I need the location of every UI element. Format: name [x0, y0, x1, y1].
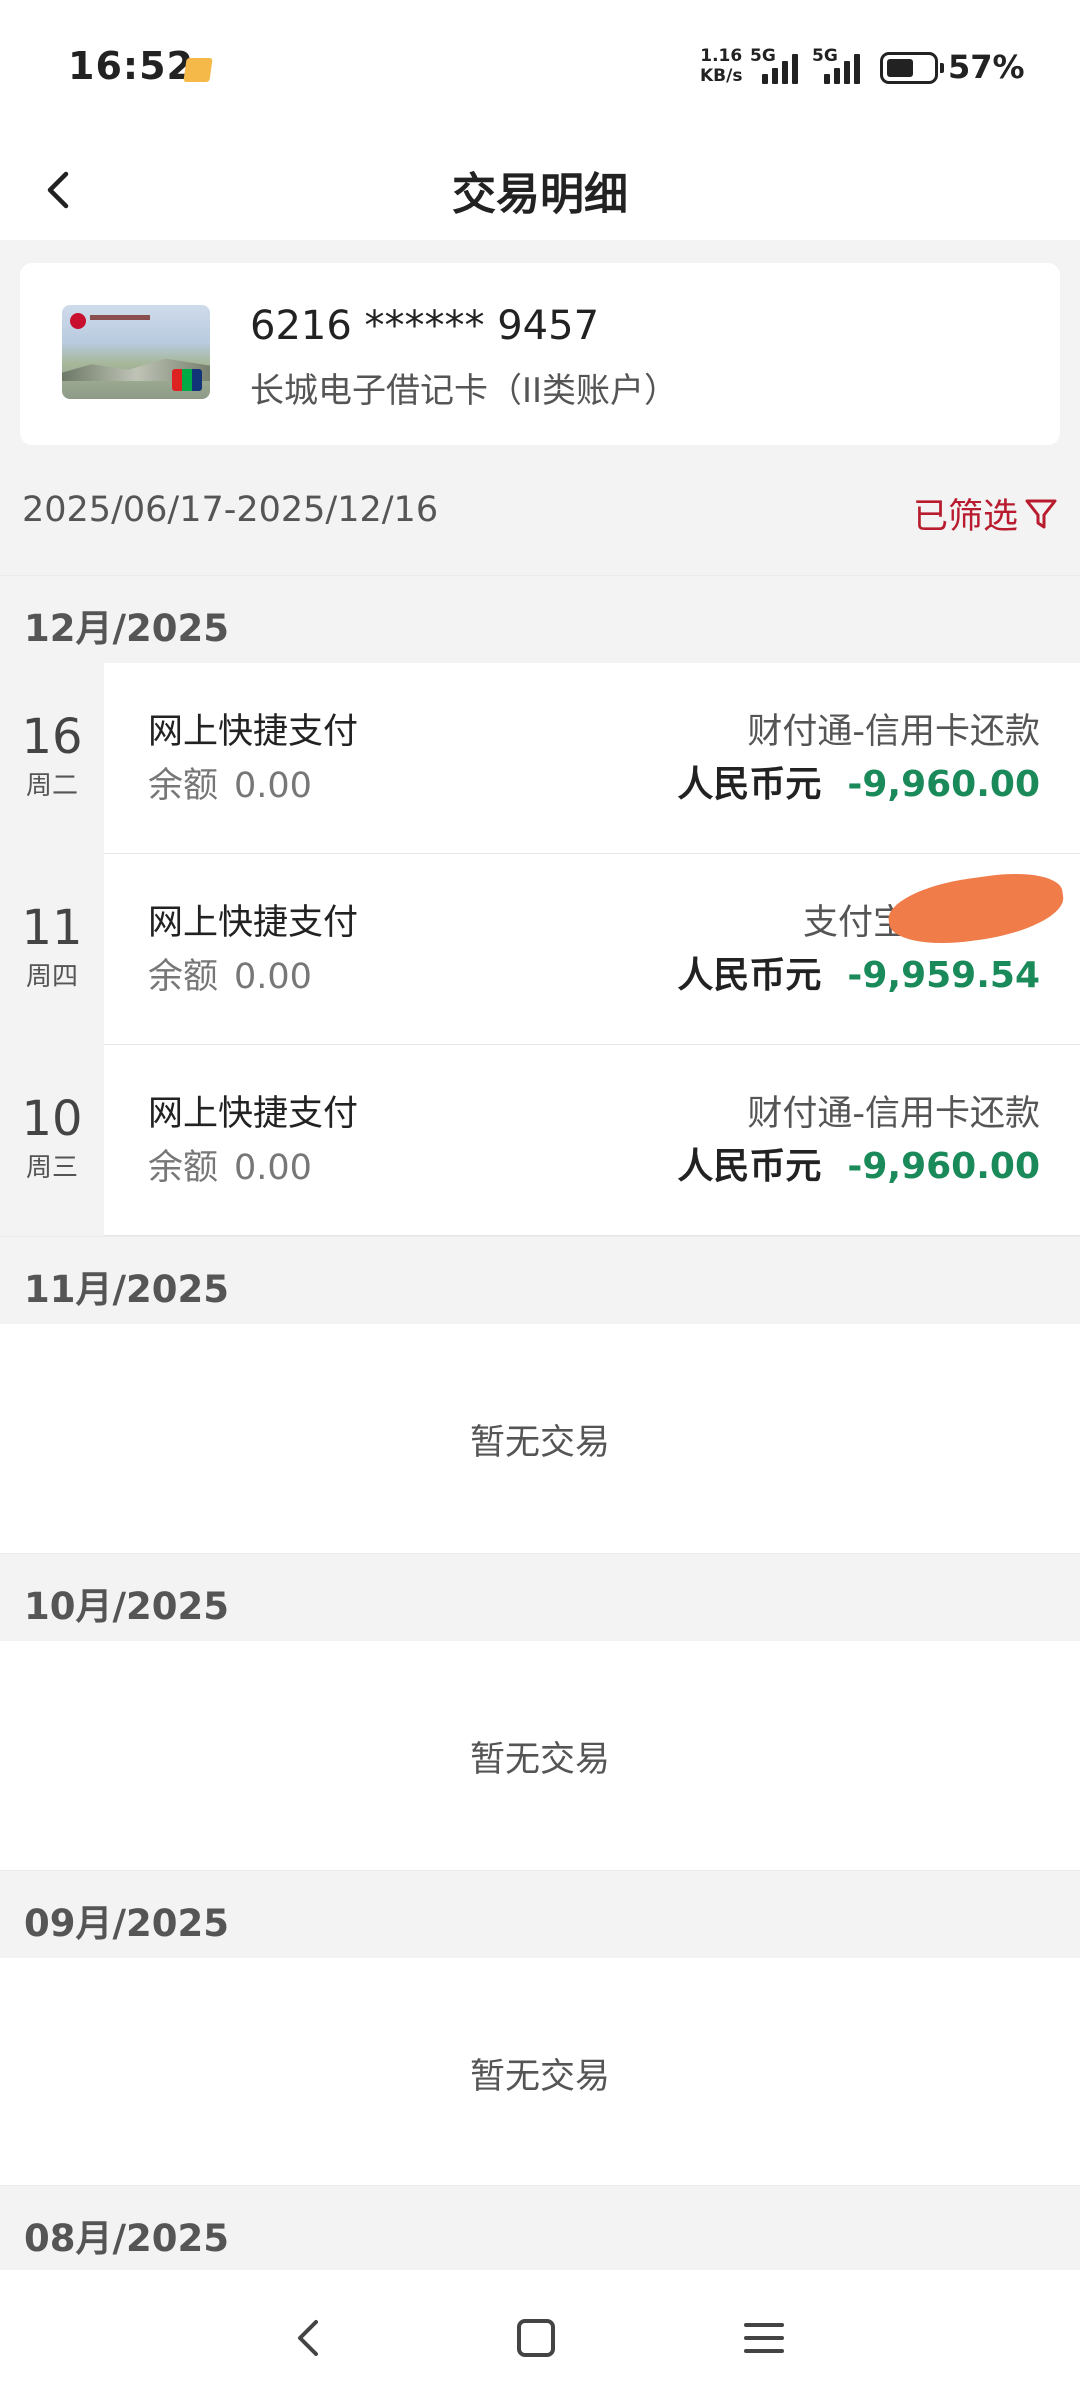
transaction-row[interactable]: 11 周四 网上快捷支付 余额 0.00 支付宝 人民币元 -9,959.54 — [0, 854, 1080, 1045]
card-image — [62, 305, 210, 399]
transaction-weekday: 周三 — [25, 1153, 78, 1183]
transaction-weekday: 周二 — [25, 771, 78, 801]
month-label: 12月/2025 — [24, 607, 229, 650]
battery-percent: 57% — [948, 48, 1025, 86]
network-speed-unit: KB/s — [700, 66, 743, 86]
transaction-amount: 人民币元 -9,959.54 — [677, 955, 1040, 996]
month-header-2025-09: 09月/2025 — [0, 1870, 1080, 1958]
month-header-2025-08: 08月/2025 — [0, 2185, 1080, 2273]
transaction-weekday: 周四 — [25, 962, 78, 992]
transaction-date: 16 周二 — [0, 663, 104, 854]
month-label: 08月/2025 — [24, 2217, 229, 2260]
funnel-icon — [1025, 499, 1057, 528]
transaction-body: 网上快捷支付 余额 0.00 财付通-信用卡还款 人民币元 -9,960.00 — [104, 1045, 1080, 1236]
transaction-amount: 人民币元 -9,960.00 — [677, 1146, 1040, 1187]
transaction-day: 10 — [21, 1091, 83, 1147]
header: 交易明细 — [0, 140, 1080, 240]
transaction-balance: 余额 0.00 — [148, 957, 312, 997]
transaction-title: 网上快捷支付 — [148, 903, 359, 943]
nav-home-button[interactable] — [506, 2308, 566, 2368]
notification-icon — [183, 58, 213, 82]
transaction-amount: 人民币元 -9,960.00 — [677, 764, 1040, 805]
transaction-row[interactable]: 16 周二 网上快捷支付 余额 0.00 财付通-信用卡还款 人民币元 -9,960… — [0, 663, 1080, 854]
transaction-day: 11 — [21, 900, 83, 956]
empty-state: 暂无交易 — [0, 1641, 1080, 1871]
nav-menu-button[interactable] — [734, 2308, 794, 2368]
bank-logo-icon — [70, 313, 86, 329]
transaction-date: 10 周三 — [0, 1045, 104, 1236]
empty-state-text: 暂无交易 — [469, 1740, 610, 1780]
card-number: 6216 ****** 9457 — [250, 303, 600, 349]
transaction-balance: 余额 0.00 — [148, 1148, 312, 1188]
transaction-row[interactable]: 10 周三 网上快捷支付 余额 0.00 财付通-信用卡还款 人民币元 -9,960… — [0, 1045, 1080, 1236]
empty-state-text: 暂无交易 — [469, 1423, 610, 1463]
date-range: 2025/06/17-2025/12/16 — [22, 490, 439, 530]
nav-back-button[interactable] — [278, 2308, 338, 2368]
signal-sim2-icon: 5G — [812, 46, 868, 88]
transaction-body: 网上快捷支付 余额 0.00 财付通-信用卡还款 人民币元 -9,960.00 — [104, 663, 1080, 854]
transaction-title: 网上快捷支付 — [148, 1094, 359, 1134]
triangle-back-icon — [298, 2320, 318, 2356]
account-card[interactable]: 6216 ****** 9457 长城电子借记卡（II类账户） — [20, 263, 1060, 445]
month-header-2025-11: 11月/2025 — [0, 1236, 1080, 1324]
page-title: 交易明细 — [452, 169, 628, 220]
transaction-merchant: 财付通-信用卡还款 — [747, 1094, 1040, 1134]
month-header-2025-10: 10月/2025 — [0, 1553, 1080, 1641]
signal-sim1-icon: 5G — [750, 46, 806, 88]
square-home-icon — [517, 2319, 555, 2357]
empty-state-text: 暂无交易 — [469, 2057, 610, 2097]
month-label: 10月/2025 — [24, 1585, 229, 1628]
transaction-body: 网上快捷支付 余额 0.00 支付宝 人民币元 -9,959.54 — [104, 854, 1080, 1045]
three-lines-menu-icon — [744, 2323, 784, 2353]
network-speed-value: 1.16 — [700, 46, 743, 66]
network-speed: 1.16 KB/s — [700, 46, 742, 86]
month-header-2025-12: 12月/2025 — [0, 575, 1080, 663]
transaction-balance: 余额 0.00 — [148, 766, 312, 806]
transaction-day: 16 — [21, 709, 83, 765]
system-nav-bar — [0, 2270, 1080, 2400]
status-time: 16:52 — [68, 44, 194, 88]
empty-state: 暂无交易 — [0, 1324, 1080, 1554]
battery-icon — [880, 52, 944, 84]
filter-button[interactable]: 已筛选 — [913, 488, 1058, 539]
month-label: 09月/2025 — [24, 1902, 229, 1945]
month-label: 11月/2025 — [24, 1268, 229, 1311]
transaction-merchant: 财付通-信用卡还款 — [747, 712, 1040, 752]
transaction-title: 网上快捷支付 — [148, 712, 359, 752]
empty-state: 暂无交易 — [0, 1958, 1080, 2188]
status-bar: 16:52 1.16 KB/s 5G 5G 57% — [0, 0, 1080, 140]
card-type: 长城电子借记卡（II类账户） — [250, 371, 679, 411]
unionpay-logo-icon — [172, 369, 202, 391]
filter-label: 已筛选 — [912, 497, 1018, 537]
transaction-date: 11 周四 — [0, 854, 104, 1045]
